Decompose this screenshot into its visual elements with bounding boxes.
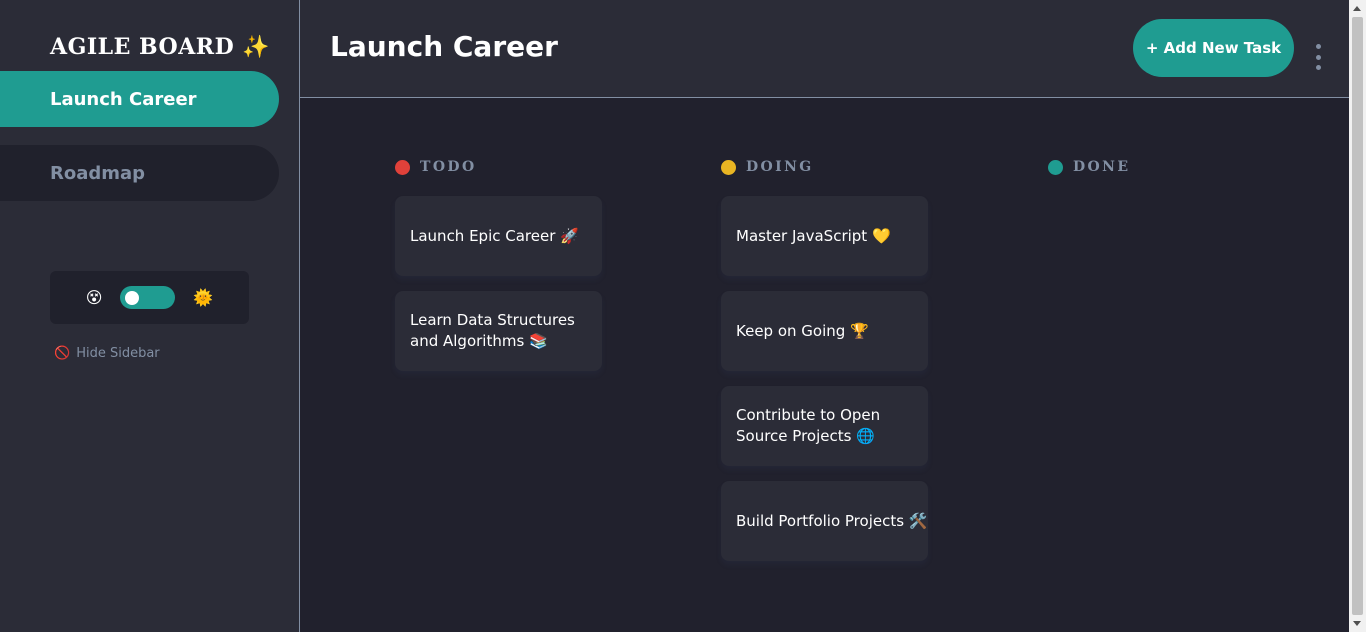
task-card[interactable]: Learn Data Structures and Algorithms 📚 [395, 291, 602, 371]
scroll-up-icon[interactable] [1353, 6, 1361, 11]
kebab-dot [1315, 65, 1321, 70]
kebab-dot [1315, 44, 1321, 49]
column-title: DOING [746, 159, 814, 175]
column-todo: TODO Launch Epic Career 🚀 Learn Data Str… [395, 158, 605, 371]
sidebar-item-label: Roadmap [50, 162, 146, 184]
task-title: Contribute to Open Source Projects 🌐 [736, 406, 881, 445]
task-title: Keep on Going 🏆 [736, 321, 869, 340]
dark-mode-icon: 😵 [85, 287, 103, 307]
task-card[interactable]: Build Portfolio Projects 🛠️ [721, 481, 928, 561]
hide-sidebar-button[interactable]: 🚫 Hide Sidebar [54, 346, 160, 361]
hide-sidebar-label: Hide Sidebar [76, 346, 160, 361]
light-mode-icon: 🌞 [193, 287, 214, 307]
column-title: DONE [1073, 159, 1131, 175]
column-done: DONE [1048, 158, 1258, 176]
theme-toggle-panel: 😵 🌞 [50, 271, 249, 324]
scroll-down-icon[interactable] [1353, 621, 1361, 626]
task-card[interactable]: Launch Epic Career 🚀 [395, 196, 602, 276]
column-title: TODO [420, 159, 477, 175]
sidebar-item-roadmap[interactable]: Roadmap [0, 145, 279, 201]
scroll-thumb[interactable] [1352, 17, 1363, 615]
sidebar-item-launch-career[interactable]: Launch Career [0, 71, 279, 127]
header: Launch Career + Add New Task [300, 0, 1350, 98]
task-title: Build Portfolio Projects 🛠️ [736, 511, 928, 530]
page-title: Launch Career [330, 30, 558, 63]
task-title: Learn Data Structures and Algorithms 📚 [410, 311, 575, 350]
theme-switch[interactable] [120, 286, 176, 309]
vertical-scrollbar[interactable] [1349, 0, 1366, 632]
column-header: DONE [1048, 158, 1258, 176]
status-dot [1048, 159, 1063, 175]
prohibited-icon: 🚫 [54, 346, 71, 361]
status-dot [395, 159, 410, 175]
sidebar: AGILE BOARD ✨ Launch Career Roadmap 😵 🌞 … [0, 0, 300, 632]
task-title: Launch Epic Career 🚀 [410, 226, 579, 245]
switch-knob [125, 291, 140, 305]
app-logo: AGILE BOARD ✨ [50, 34, 271, 60]
column-header: TODO [395, 158, 605, 176]
column-doing: DOING Master JavaScript 💛 Keep on Going … [721, 158, 931, 561]
kebab-dot [1315, 54, 1321, 60]
task-title: Master JavaScript 💛 [736, 226, 891, 245]
sidebar-item-label: Launch Career [50, 88, 197, 110]
add-new-task-button[interactable]: + Add New Task [1133, 19, 1294, 77]
status-dot [721, 159, 736, 175]
task-card[interactable]: Keep on Going 🏆 [721, 291, 928, 371]
task-card[interactable]: Contribute to Open Source Projects 🌐 [721, 386, 928, 466]
kebab-menu-icon[interactable] [1312, 44, 1324, 70]
task-card[interactable]: Master JavaScript 💛 [721, 196, 928, 276]
column-header: DOING [721, 158, 931, 176]
